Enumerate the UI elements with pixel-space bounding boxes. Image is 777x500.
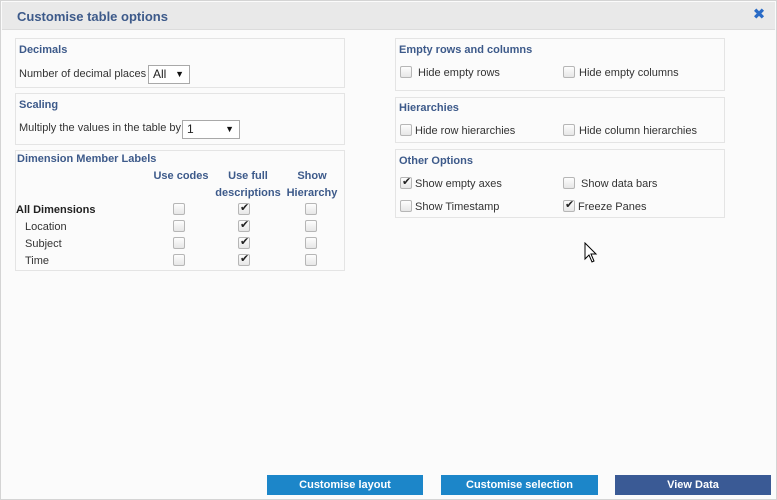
dimension-row-label: Location bbox=[25, 221, 67, 233]
decimal-places-value: All bbox=[153, 67, 167, 81]
empty-rows-columns-panel: Empty rows and columns Hide empty rows H… bbox=[395, 38, 725, 91]
dimension-row-label: Subject bbox=[25, 238, 62, 250]
decimals-panel: Decimals Number of decimal places All ▼ bbox=[15, 38, 345, 88]
show-empty-axes-checkbox[interactable] bbox=[400, 175, 412, 189]
dimension-row-label: All Dimensions bbox=[16, 204, 96, 216]
decimal-places-select[interactable]: All ▼ bbox=[148, 65, 190, 84]
other-options-panel: Other Options Show empty axes Show data … bbox=[395, 149, 725, 218]
other-options-title: Other Options bbox=[399, 155, 473, 167]
customise-table-options-dialog: Customise table options ✖ Decimals Numbe… bbox=[0, 0, 777, 500]
show-timestamp-label: Show Timestamp bbox=[415, 201, 500, 213]
chevron-down-icon: ▼ bbox=[175, 69, 184, 79]
scaling-select[interactable]: 1 ▼ bbox=[182, 120, 240, 139]
view-data-button[interactable]: View Data bbox=[615, 475, 771, 495]
location-use-codes-checkbox[interactable] bbox=[173, 220, 185, 232]
dimension-labels-title: Dimension Member Labels bbox=[17, 153, 157, 165]
mouse-pointer-icon bbox=[584, 242, 598, 263]
col-head-show-hierarchy-line1: Show bbox=[297, 170, 327, 182]
hide-column-hierarchies-label: Hide column hierarchies bbox=[579, 125, 697, 137]
time-hierarchy-checkbox[interactable] bbox=[305, 254, 317, 266]
freeze-panes-label: Freeze Panes bbox=[578, 201, 647, 213]
dimension-labels-panel: Dimension Member Labels Use codes Use fu… bbox=[15, 150, 345, 271]
show-empty-axes-label: Show empty axes bbox=[415, 178, 502, 190]
scaling-label: Multiply the values in the table by bbox=[19, 122, 182, 134]
empty-rows-columns-title: Empty rows and columns bbox=[399, 44, 533, 56]
time-full-desc-checkbox[interactable] bbox=[238, 252, 250, 266]
hide-empty-rows-checkbox[interactable] bbox=[400, 66, 412, 78]
hide-empty-columns-label: Hide empty columns bbox=[579, 67, 679, 79]
location-full-desc-checkbox[interactable] bbox=[238, 218, 250, 232]
hierarchies-panel: Hierarchies Hide row hierarchies Hide co… bbox=[395, 97, 725, 143]
decimal-places-label: Number of decimal places bbox=[19, 68, 147, 80]
scaling-title: Scaling bbox=[19, 99, 59, 111]
col-head-use-codes-line1: Use codes bbox=[153, 170, 209, 182]
col-head-full-descriptions-line2: descriptions bbox=[215, 187, 281, 199]
hide-empty-rows-label: Hide empty rows bbox=[418, 67, 500, 79]
col-head-show-hierarchy: Show Hierarchy bbox=[282, 168, 342, 202]
customise-layout-button[interactable]: Customise layout bbox=[267, 475, 423, 495]
dimension-row-label: Time bbox=[25, 255, 50, 267]
col-head-show-hierarchy-line2: Hierarchy bbox=[286, 187, 338, 199]
customise-selection-button[interactable]: Customise selection bbox=[441, 475, 598, 495]
dialog-title: Customise table options bbox=[17, 9, 168, 24]
time-use-codes-checkbox[interactable] bbox=[173, 254, 185, 266]
show-data-bars-label: Show data bars bbox=[581, 178, 658, 190]
hide-row-hierarchies-checkbox[interactable] bbox=[400, 124, 412, 136]
freeze-panes-checkbox[interactable] bbox=[563, 198, 575, 212]
col-head-full-descriptions-line1: Use full bbox=[228, 170, 268, 182]
decimals-title: Decimals bbox=[19, 44, 68, 56]
dialog-titlebar: Customise table options ✖ bbox=[2, 2, 775, 30]
hide-column-hierarchies-checkbox[interactable] bbox=[563, 124, 575, 136]
subject-hierarchy-checkbox[interactable] bbox=[305, 237, 317, 249]
hide-empty-columns-checkbox[interactable] bbox=[563, 66, 575, 78]
subject-use-codes-checkbox[interactable] bbox=[173, 237, 185, 249]
all-dimensions-use-codes-checkbox[interactable] bbox=[173, 203, 185, 215]
chevron-down-icon: ▼ bbox=[225, 124, 234, 134]
scaling-panel: Scaling Multiply the values in the table… bbox=[15, 93, 345, 145]
show-timestamp-checkbox[interactable] bbox=[400, 200, 412, 212]
show-data-bars-checkbox[interactable] bbox=[563, 177, 575, 189]
hierarchies-title: Hierarchies bbox=[399, 102, 459, 114]
subject-full-desc-checkbox[interactable] bbox=[238, 235, 250, 249]
close-icon[interactable]: ✖ bbox=[752, 7, 766, 23]
all-dimensions-full-desc-checkbox[interactable] bbox=[238, 201, 250, 215]
col-head-full-descriptions: Use full descriptions bbox=[210, 168, 286, 202]
hide-row-hierarchies-label: Hide row hierarchies bbox=[415, 125, 516, 137]
all-dimensions-hierarchy-checkbox[interactable] bbox=[305, 203, 317, 215]
scaling-value: 1 bbox=[187, 122, 194, 136]
col-head-use-codes: Use codes bbox=[148, 168, 214, 185]
location-hierarchy-checkbox[interactable] bbox=[305, 220, 317, 232]
